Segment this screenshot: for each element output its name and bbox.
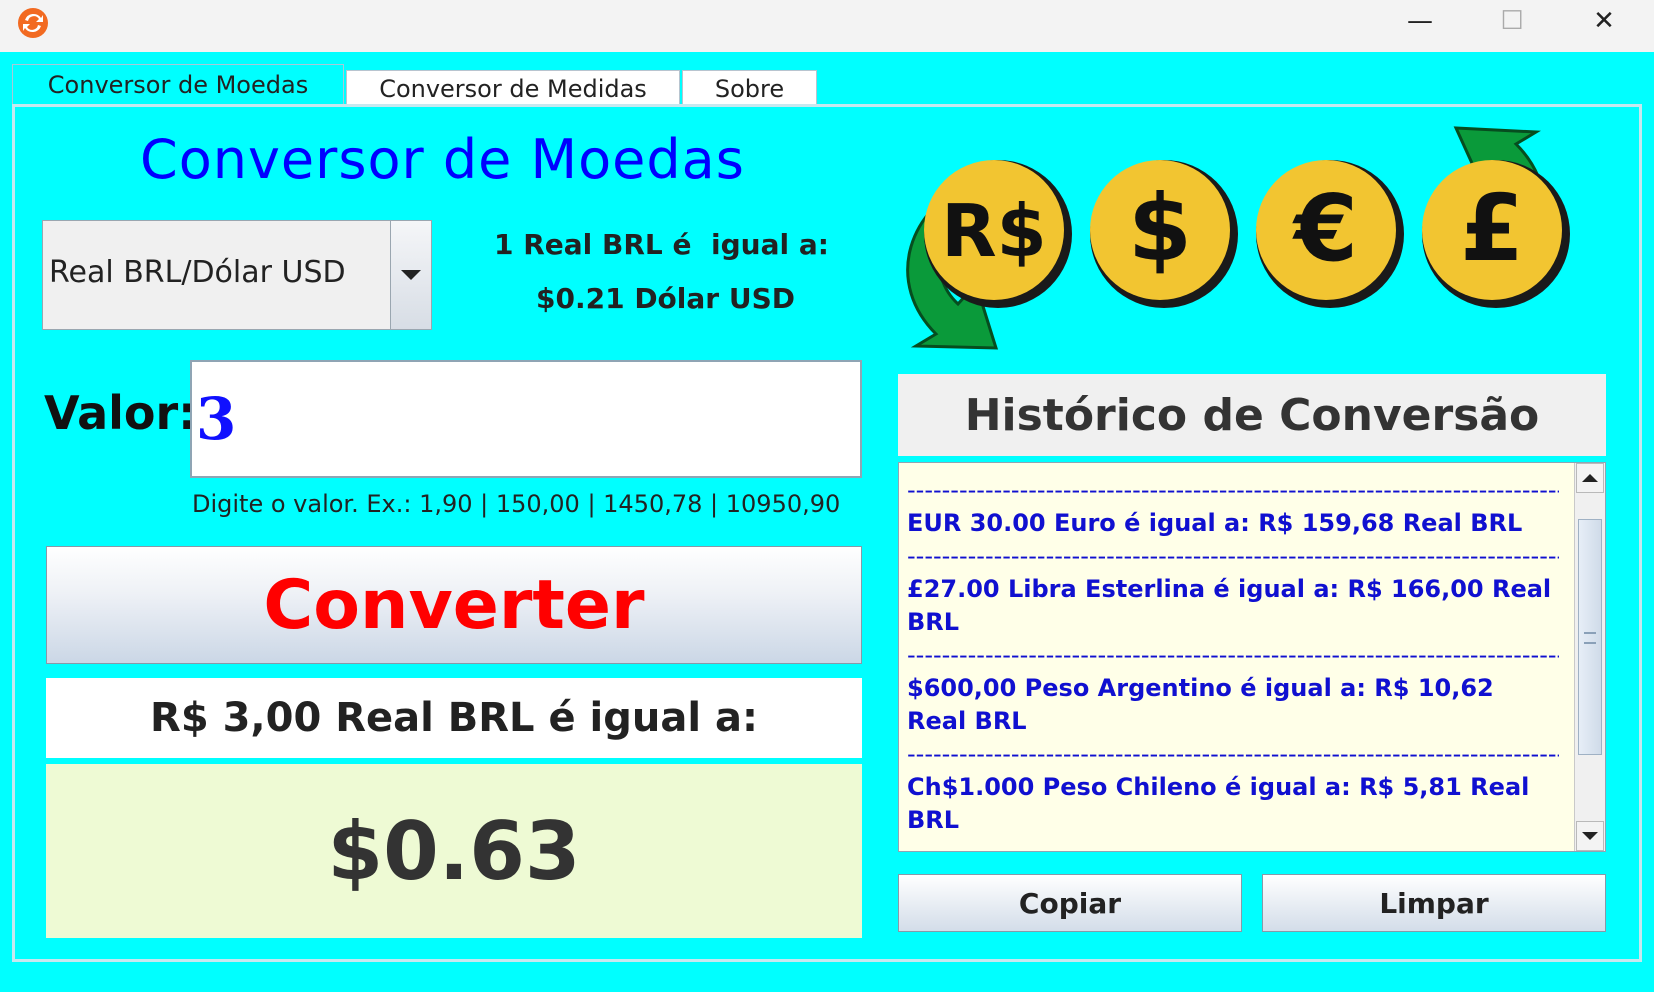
svg-text:£: £	[1460, 175, 1524, 282]
title-bar: — ☐ ✕	[0, 0, 1654, 52]
input-hint: Digite o valor. Ex.: 1,90 | 150,00 | 145…	[192, 490, 841, 518]
history-separator: ----------------------------------------…	[907, 542, 1559, 570]
coins-exchange-illustration: R$ $ € £	[906, 126, 1570, 350]
maximize-button[interactable]: ☐	[1466, 0, 1558, 42]
history-scrollbar[interactable]	[1574, 463, 1605, 851]
svg-text:€: €	[1292, 175, 1358, 282]
history-title: Histórico de Conversão	[898, 374, 1606, 456]
result-value: $0.63	[46, 764, 862, 938]
currency-pair-select[interactable]: Real BRL/Dólar USD	[42, 220, 432, 330]
clear-button[interactable]: Limpar	[1262, 874, 1606, 932]
valor-input[interactable]	[190, 360, 862, 478]
history-separator: ----------------------------------------…	[907, 463, 1559, 474]
history-entry: EUR 30.00 Euro é igual a: R$ 159,68 Real…	[907, 509, 1523, 537]
history-separator: ----------------------------------------…	[907, 740, 1559, 768]
tab-sobre[interactable]: Sobre	[682, 70, 817, 106]
coin-pound: £	[1422, 160, 1570, 308]
currency-pair-value: Real BRL/Dólar USD	[49, 255, 346, 290]
svg-text:R$: R$	[941, 189, 1047, 273]
result-label: R$ 3,00 Real BRL é igual a:	[46, 678, 862, 758]
coin-dollar: $	[1090, 160, 1238, 308]
scroll-down-button[interactable]	[1576, 821, 1604, 851]
currency-exchange-icon	[18, 8, 48, 38]
svg-text:$: $	[1128, 175, 1192, 282]
arrow-down-icon	[1582, 832, 1598, 840]
tab-conversor-moedas[interactable]: Conversor de Moedas	[12, 64, 344, 104]
page-title: Conversor de Moedas	[140, 128, 745, 191]
tab-conversor-medidas[interactable]: Conversor de Medidas	[346, 70, 680, 106]
coin-euro: €	[1256, 160, 1404, 308]
history-separator: ----------------------------------------…	[907, 837, 1559, 851]
minimize-button[interactable]: —	[1374, 0, 1466, 42]
history-entry: $600,00 Peso Argentino é igual a: R$ 10,…	[907, 674, 1494, 735]
grip-icon	[1584, 632, 1596, 644]
copy-button[interactable]: Copiar	[898, 874, 1242, 932]
history-entry: Ch$1.000 Peso Chileno é igual a: R$ 5,81…	[907, 773, 1530, 834]
history-list: ----------------------------------------…	[907, 463, 1559, 851]
history-separator: ----------------------------------------…	[907, 476, 1559, 504]
valor-label: Valor:	[44, 386, 197, 440]
coin-real: R$	[924, 160, 1072, 308]
chevron-down-icon[interactable]	[390, 221, 431, 329]
convert-button[interactable]: Converter	[46, 546, 862, 664]
history-textarea[interactable]: ----------------------------------------…	[898, 462, 1606, 852]
history-entry: £27.00 Libra Esterlina é igual a: R$ 166…	[907, 575, 1552, 636]
rate-label: 1 Real BRL é igual a:	[494, 228, 829, 261]
close-button[interactable]: ✕	[1558, 0, 1650, 42]
arrow-up-icon	[1582, 474, 1598, 482]
history-separator: ----------------------------------------…	[907, 641, 1559, 669]
scroll-thumb[interactable]	[1578, 519, 1602, 755]
rate-value: $0.21 Dólar USD	[536, 282, 795, 315]
scroll-up-button[interactable]	[1576, 463, 1604, 493]
